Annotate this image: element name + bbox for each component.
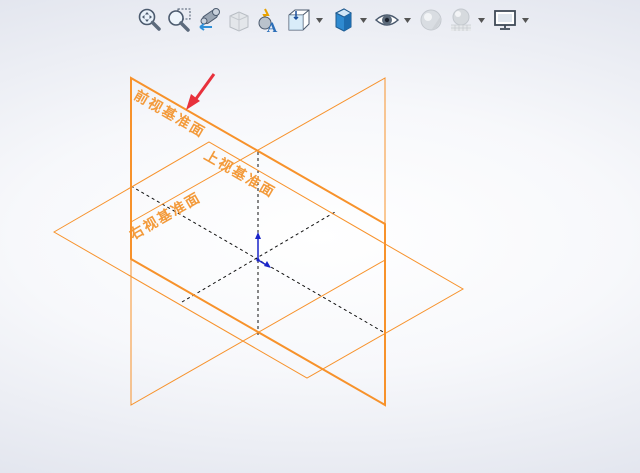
top-plane-label: 上视基准面 bbox=[201, 147, 279, 202]
graphics-area[interactable]: 右视基准面 上视基准面 前视基准面 bbox=[0, 0, 640, 473]
annotation-arrow bbox=[186, 73, 216, 110]
right-plane-label: 右视基准面 bbox=[126, 189, 205, 244]
origin-icon bbox=[255, 232, 271, 268]
